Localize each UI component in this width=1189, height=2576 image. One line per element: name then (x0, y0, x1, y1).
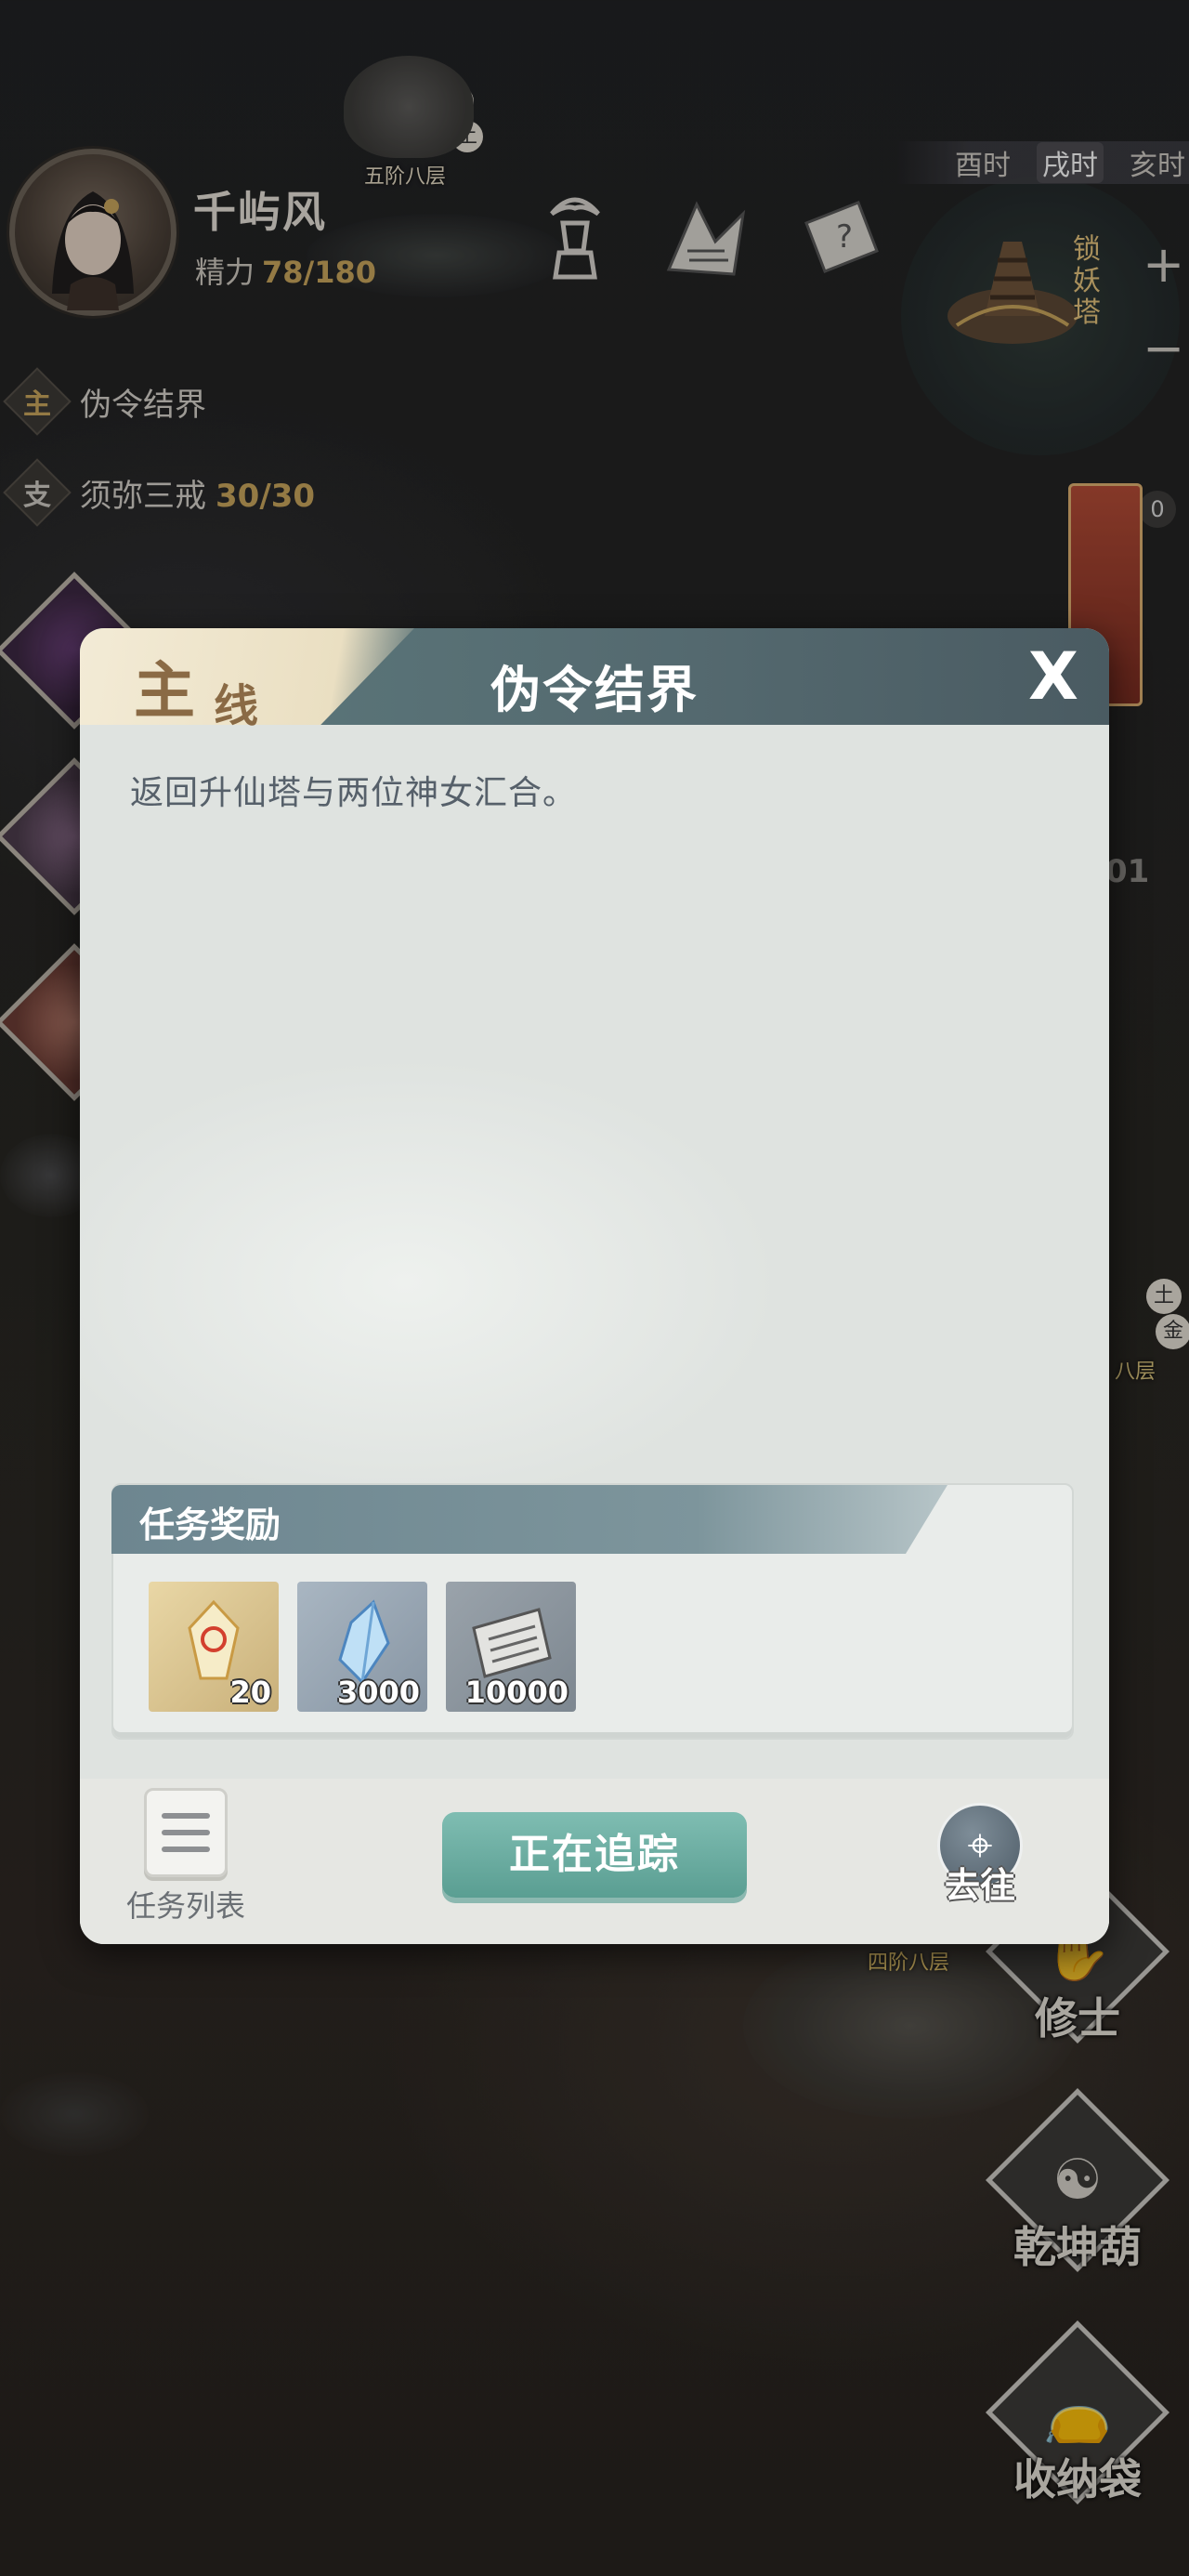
modal-body (80, 725, 1109, 1944)
goto-label: 去往 (944, 1865, 1015, 1906)
reward-quantity: 20 (229, 1675, 271, 1710)
task-list-button[interactable]: 任务列表 (121, 1788, 251, 1925)
quest-detail-modal: 主 线 伪令结界 X (80, 628, 1109, 1944)
reward-item-scroll[interactable]: 10000 (446, 1582, 576, 1712)
reward-quantity: 10000 (464, 1675, 568, 1710)
tracking-button[interactable]: 正在追踪 (442, 1812, 747, 1898)
modal-title: 伪令结界 (490, 661, 699, 719)
close-button[interactable]: X (1018, 641, 1089, 712)
goto-button[interactable]: ⌖ 去往 (929, 1803, 1031, 1908)
reward-quantity: 3000 (336, 1675, 420, 1710)
reward-item-blue-crystal[interactable]: 3000 (297, 1582, 427, 1712)
reward-title: 任务奖励 (139, 1505, 281, 1545)
quest-description: 返回升仙塔与两位神女汇合。 (130, 774, 578, 812)
list-icon (144, 1788, 228, 1877)
reward-item-gold-crystal[interactable]: 20 (149, 1582, 279, 1712)
task-list-label: 任务列表 (125, 1888, 245, 1924)
